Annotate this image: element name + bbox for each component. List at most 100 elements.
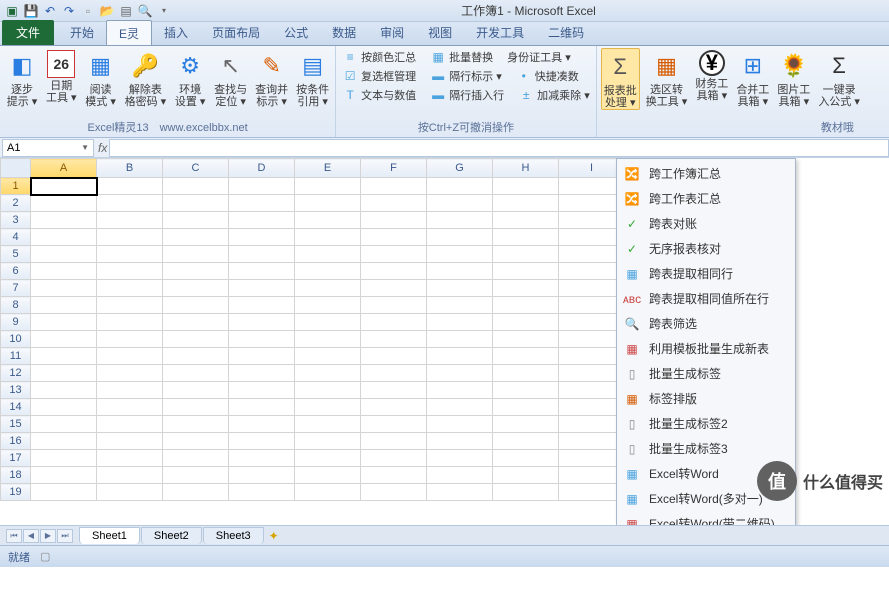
cell-G14[interactable] — [427, 399, 493, 416]
cell-G8[interactable] — [427, 297, 493, 314]
ribbon-small-隔行插入行[interactable]: ▬隔行插入行 — [428, 86, 506, 104]
cell-G2[interactable] — [427, 195, 493, 212]
cell-C10[interactable] — [163, 331, 229, 348]
fx-icon[interactable]: fx — [98, 141, 107, 155]
cell-I14[interactable] — [559, 399, 625, 416]
row-header-6[interactable]: 6 — [1, 263, 31, 280]
tab-7[interactable]: 视图 — [416, 20, 464, 45]
col-header-F[interactable]: F — [361, 159, 427, 178]
cell-G1[interactable] — [427, 178, 493, 195]
cell-I9[interactable] — [559, 314, 625, 331]
cell-I2[interactable] — [559, 195, 625, 212]
cell-I5[interactable] — [559, 246, 625, 263]
tab-8[interactable]: 开发工具 — [464, 20, 536, 45]
col-header-C[interactable]: C — [163, 159, 229, 178]
cell-C2[interactable] — [163, 195, 229, 212]
ribbon-small-按颜色汇总[interactable]: ≡按颜色汇总 — [340, 48, 418, 66]
cell-I11[interactable] — [559, 348, 625, 365]
cell-A12[interactable] — [31, 365, 97, 382]
cell-A3[interactable] — [31, 212, 97, 229]
cell-D14[interactable] — [229, 399, 295, 416]
cell-H14[interactable] — [493, 399, 559, 416]
cell-G6[interactable] — [427, 263, 493, 280]
cell-D10[interactable] — [229, 331, 295, 348]
cell-F1[interactable] — [361, 178, 427, 195]
ribbon-small-隔行标示 ▾[interactable]: ▬隔行标示 ▾ — [428, 67, 504, 85]
cell-D6[interactable] — [229, 263, 295, 280]
redo-icon[interactable]: ↷ — [61, 3, 77, 19]
cell-C17[interactable] — [163, 450, 229, 467]
cell-B11[interactable] — [97, 348, 163, 365]
menu-item-标签排版[interactable]: ▦标签排版 — [617, 386, 795, 411]
row-header-10[interactable]: 10 — [1, 331, 31, 348]
menu-item-批量生成标签2[interactable]: ▯批量生成标签2 — [617, 411, 795, 436]
cell-A14[interactable] — [31, 399, 97, 416]
cell-A18[interactable] — [31, 467, 97, 484]
col-header-B[interactable]: B — [97, 159, 163, 178]
cell-E9[interactable] — [295, 314, 361, 331]
ribbon-btn-日期工具[interactable]: 26日期工具 ▾ — [44, 48, 79, 104]
cell-E3[interactable] — [295, 212, 361, 229]
cell-B9[interactable] — [97, 314, 163, 331]
menu-item-Excel转Word(带二维码)[interactable]: ▦Excel转Word(带二维码) — [617, 511, 795, 525]
menu-item-跨表筛选[interactable]: 🔍跨表筛选 — [617, 311, 795, 336]
cell-B14[interactable] — [97, 399, 163, 416]
spreadsheet-grid[interactable]: ABCDEFGHIL12345678910111213141516171819 — [0, 158, 691, 501]
cell-I18[interactable] — [559, 467, 625, 484]
cell-G9[interactable] — [427, 314, 493, 331]
tab-9[interactable]: 二维码 — [536, 20, 596, 45]
cell-F15[interactable] — [361, 416, 427, 433]
cell-F3[interactable] — [361, 212, 427, 229]
menu-item-利用模板批量生成新表[interactable]: ▦利用模板批量生成新表 — [617, 336, 795, 361]
cell-H12[interactable] — [493, 365, 559, 382]
cell-I19[interactable] — [559, 484, 625, 501]
cell-H19[interactable] — [493, 484, 559, 501]
cell-E2[interactable] — [295, 195, 361, 212]
cell-E10[interactable] — [295, 331, 361, 348]
cell-C6[interactable] — [163, 263, 229, 280]
cell-H9[interactable] — [493, 314, 559, 331]
ribbon-btn-查询并标示[interactable]: ✎查询并标示 ▾ — [253, 48, 290, 108]
ribbon-small-快捷凑数[interactable]: •快捷凑数 — [514, 67, 581, 85]
new-icon[interactable]: ▫ — [80, 3, 96, 19]
cell-H18[interactable] — [493, 467, 559, 484]
cell-C13[interactable] — [163, 382, 229, 399]
macro-record-icon[interactable]: ▢ — [40, 550, 50, 563]
cell-D19[interactable] — [229, 484, 295, 501]
ribbon-small-身份证工具 ▾[interactable]: 身份证工具 ▾ — [505, 48, 573, 66]
cell-A7[interactable] — [31, 280, 97, 297]
cell-C4[interactable] — [163, 229, 229, 246]
cell-E14[interactable] — [295, 399, 361, 416]
cell-E15[interactable] — [295, 416, 361, 433]
cell-E6[interactable] — [295, 263, 361, 280]
name-box-dropdown-icon[interactable]: ▼ — [81, 143, 89, 152]
col-header-A[interactable]: A — [31, 159, 97, 178]
cell-D9[interactable] — [229, 314, 295, 331]
cell-D15[interactable] — [229, 416, 295, 433]
sheet-tab-Sheet3[interactable]: Sheet3 — [203, 527, 264, 544]
menu-item-跨表对账[interactable]: ✓跨表对账 — [617, 211, 795, 236]
cell-F7[interactable] — [361, 280, 427, 297]
ribbon-small-文本与数值[interactable]: T文本与数值 — [340, 86, 418, 104]
row-header-5[interactable]: 5 — [1, 246, 31, 263]
cell-D16[interactable] — [229, 433, 295, 450]
cell-H2[interactable] — [493, 195, 559, 212]
cell-B12[interactable] — [97, 365, 163, 382]
cell-B17[interactable] — [97, 450, 163, 467]
cell-C7[interactable] — [163, 280, 229, 297]
cell-I7[interactable] — [559, 280, 625, 297]
cell-G12[interactable] — [427, 365, 493, 382]
tab-file[interactable]: 文件 — [2, 20, 54, 45]
cell-A11[interactable] — [31, 348, 97, 365]
new-sheet-icon[interactable]: ✦ — [269, 529, 279, 543]
cell-I13[interactable] — [559, 382, 625, 399]
menu-item-跨表提取相同值所在行[interactable]: ᴀʙᴄ跨表提取相同值所在行 — [617, 286, 795, 311]
cell-D13[interactable] — [229, 382, 295, 399]
cell-G13[interactable] — [427, 382, 493, 399]
cell-A1[interactable] — [31, 178, 97, 195]
col-header-H[interactable]: H — [493, 159, 559, 178]
cell-A19[interactable] — [31, 484, 97, 501]
cell-D1[interactable] — [229, 178, 295, 195]
cell-C12[interactable] — [163, 365, 229, 382]
cell-F19[interactable] — [361, 484, 427, 501]
